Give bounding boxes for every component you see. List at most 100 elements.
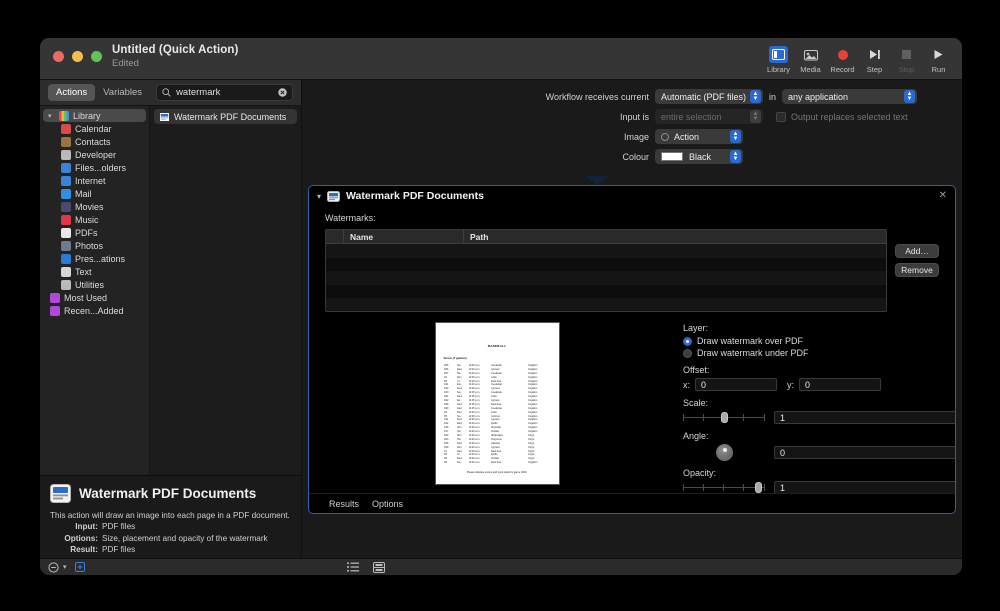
remove-button[interactable]: Remove [895, 263, 939, 277]
toolbar-item-run[interactable]: Run [923, 42, 954, 74]
sidebar-group-recen-added[interactable]: Recen...Added [43, 304, 146, 317]
clear-icon[interactable] [278, 88, 287, 97]
preview-cell: 11:15 p.m. [468, 406, 481, 410]
hide-library-icon[interactable] [48, 561, 59, 573]
offset-x-input[interactable]: 0 [695, 378, 778, 391]
sidebar-item-photos[interactable]: Photos [43, 239, 146, 252]
sidebar-item-library[interactable]: ▾ Library [43, 109, 146, 122]
zoom-window-button[interactable] [91, 51, 102, 62]
sidebar-item-developer[interactable]: Developer [43, 148, 146, 161]
action-list-item[interactable]: Watermark PDF Documents [154, 109, 297, 124]
list-view-icon[interactable] [346, 561, 359, 573]
scale-slider[interactable] [683, 411, 765, 424]
search-field[interactable]: watermark [156, 84, 293, 101]
angle-dial[interactable] [715, 444, 733, 461]
preview-row: 5/12 Wed 11:00 a.m. Apollo Kingdom [444, 422, 551, 425]
tab-actions[interactable]: Actions [48, 84, 96, 101]
preview-cell: 11:00 a.m. [468, 426, 481, 430]
table-column-0[interactable] [326, 230, 344, 243]
preview-cell: Tue [456, 461, 461, 465]
workflow-receives-select[interactable]: Automatic (PDF files) ▲ ▼ [655, 89, 763, 104]
close-window-button[interactable] [53, 51, 64, 62]
preview-cell: Sun [456, 383, 461, 387]
sidebar-item-movies[interactable]: Movies [43, 200, 146, 213]
sidebar-item-text[interactable]: Text [43, 265, 146, 278]
workflow-canvas: ▾ Watermark PDF Documents ✕ Watermarks: … [302, 176, 962, 516]
toolbar-item-record[interactable]: Record [827, 42, 858, 74]
workflow-input-value: entire selection [661, 111, 722, 122]
chevron-down-icon[interactable]: ▾ [317, 192, 321, 201]
preview-cell: Kingdom [527, 418, 538, 422]
table-row[interactable] [326, 258, 886, 272]
tab-results[interactable]: Results [329, 499, 359, 509]
chevron-down-icon[interactable]: ▾ [63, 563, 67, 571]
table-row[interactable] [326, 285, 886, 299]
library-list[interactable]: ▾ Library Calendar Contacts Developer Files… [40, 106, 150, 475]
sidebar-item-pres-ations[interactable]: Pres...ations [43, 252, 146, 265]
status-view-controls [346, 561, 385, 573]
toolbar-item-media[interactable]: Media [795, 42, 826, 74]
add-variable-icon[interactable] [74, 562, 85, 572]
toolbar-item-step[interactable]: Step [859, 42, 890, 74]
preview-cell: Kingdom [527, 414, 538, 418]
action-card-watermark-pdf-documents[interactable]: ▾ Watermark PDF Documents ✕ Watermarks: … [308, 185, 956, 514]
add-button[interactable]: Add… [895, 244, 939, 258]
minimize-window-button[interactable] [72, 51, 83, 62]
angle-input[interactable]: 0 [774, 446, 955, 459]
sidebar-item-internet[interactable]: Internet [43, 174, 146, 187]
action-card-tabs: Results Options [309, 493, 955, 513]
chevron-down-icon[interactable]: ▾ [48, 112, 55, 120]
preview-cell: 5/22 [443, 434, 449, 438]
layer-option-over[interactable]: Draw watermark over PDF [683, 336, 955, 346]
toolbar-item-library[interactable]: Library [763, 42, 794, 74]
offset-y-input[interactable]: 0 [799, 378, 882, 391]
table-row[interactable] [326, 271, 886, 285]
close-icon[interactable]: ✕ [939, 190, 947, 201]
sidebar-item-pdfs[interactable]: PDFs [43, 226, 146, 239]
preview-cell: King's [527, 441, 535, 445]
search-input[interactable]: watermark [176, 87, 273, 98]
scale-section: Scale: 1 [683, 398, 955, 424]
sidebar-item-utilities[interactable]: Utilities [43, 278, 146, 291]
layer-option-under[interactable]: Draw watermark under PDF [683, 348, 955, 358]
split-view-icon[interactable] [372, 561, 385, 573]
sidebar-item-contacts[interactable]: Contacts [43, 135, 146, 148]
preview-cell: 11:00 a.m. [468, 418, 481, 422]
scale-input[interactable]: 1 [774, 411, 955, 424]
preview-row: 5/23 Thu 11:00 a.m. Cheyenne King's [444, 438, 551, 441]
table-column-name[interactable]: Name [344, 230, 464, 243]
tab-options[interactable]: Options [372, 499, 403, 509]
preview-cell: Oakview [490, 441, 501, 445]
preview-row: 4/25 Tue 11:00 a.m. Creekside Kingdom [444, 364, 551, 367]
table-column-path[interactable]: Path [464, 230, 886, 243]
radio-icon[interactable] [683, 336, 692, 346]
info-header: Watermark PDF Documents [50, 483, 291, 503]
watermarks-table[interactable]: Name Path [325, 229, 887, 312]
angle-section: Angle: 0 [683, 431, 955, 461]
preview-cell: Cypress [490, 399, 500, 403]
preview-cell: 11:00 a.m. [468, 430, 481, 434]
table-row[interactable] [326, 298, 886, 311]
preview-cell: King's [527, 449, 535, 453]
workflow-image-select[interactable]: Action ▲ ▼ [655, 129, 743, 144]
sidebar-group-most-used[interactable]: Most Used [43, 291, 146, 304]
offset-section: Offset: x: 0 y: 0 [683, 365, 955, 391]
preview-cell: Creekside [490, 391, 502, 395]
preview-cell: Wed [456, 422, 462, 426]
preview-cell: Tue [456, 430, 461, 434]
radio-icon[interactable] [683, 348, 692, 358]
workflow-colour-select[interactable]: Black ▲ ▼ [655, 149, 743, 164]
slider-knob[interactable] [721, 412, 728, 423]
workflow-in-label: in [769, 91, 777, 102]
slider-knob[interactable] [755, 482, 762, 493]
table-buttons: Add… Remove [895, 229, 939, 312]
sidebar-item-calendar[interactable]: Calendar [43, 122, 146, 135]
pdf-preview[interactable]: BASEBALL Score (7 games) 4/25 Tue 11:00 a.… [434, 322, 560, 485]
tab-variables[interactable]: Variables [95, 84, 150, 101]
sidebar-item-music[interactable]: Music [43, 213, 146, 226]
workflow-application-select[interactable]: any application ▲ ▼ [782, 89, 918, 104]
sidebar-item-mail[interactable]: Mail [43, 187, 146, 200]
sidebar-item-files-olders[interactable]: Files...olders [43, 161, 146, 174]
table-row[interactable] [326, 244, 886, 258]
actions-list[interactable]: Watermark PDF Documents [150, 106, 301, 475]
